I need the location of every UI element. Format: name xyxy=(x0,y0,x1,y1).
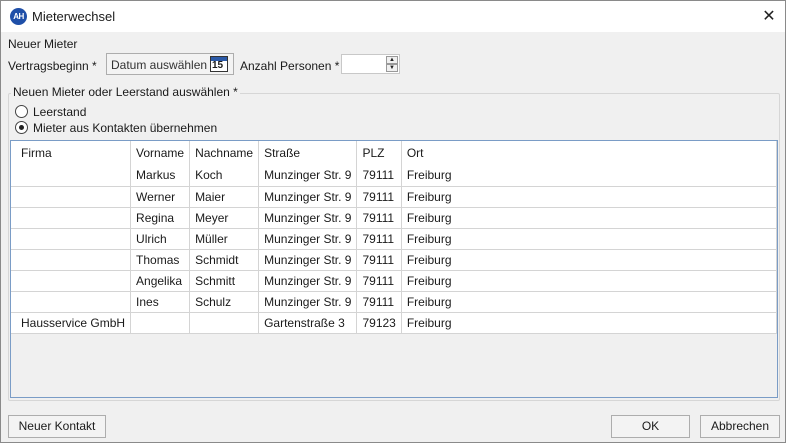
cell-vorname: Ines xyxy=(130,291,191,313)
calendar-icon[interactable]: 15 xyxy=(210,56,228,72)
cell-vorname: Markus xyxy=(130,165,191,187)
persons-label: Anzahl Personen * xyxy=(240,59,340,73)
cell-firma xyxy=(11,249,132,271)
radio-leerstand[interactable] xyxy=(15,105,28,118)
cell-strasse: Munzinger Str. 9 xyxy=(258,249,358,271)
cell-ort: Freiburg xyxy=(401,207,777,229)
date-picker-button[interactable]: Datum auswählen 15 xyxy=(106,53,234,75)
table-row[interactable]: Hausservice GmbH Gartenstraße 3 79123 Fr… xyxy=(11,312,777,334)
table-row[interactable]: Markus Koch Munzinger Str. 9 79111 Freib… xyxy=(11,165,777,187)
cell-nachname: Schmitt xyxy=(189,270,260,292)
radio-kontakte[interactable] xyxy=(15,121,28,134)
section-label: Neuer Mieter xyxy=(8,37,78,51)
app-logo-icon: AH xyxy=(10,8,27,25)
table-row[interactable]: Regina Meyer Munzinger Str. 9 79111 Frei… xyxy=(11,207,777,229)
cell-vorname xyxy=(130,312,191,334)
calendar-day: 15 xyxy=(212,60,224,71)
cell-strasse: Munzinger Str. 9 xyxy=(258,186,358,208)
cell-ort: Freiburg xyxy=(401,291,777,313)
cell-nachname: Schmidt xyxy=(189,249,260,271)
spin-up-icon[interactable]: ▲ xyxy=(386,56,398,64)
cell-plz: 79111 xyxy=(356,165,402,187)
table-row[interactable]: Werner Maier Munzinger Str. 9 79111 Frei… xyxy=(11,186,777,208)
group-label: Neuen Mieter oder Leerstand auswählen * xyxy=(11,85,240,99)
cell-firma xyxy=(11,186,132,208)
cell-firma xyxy=(11,165,132,187)
cell-nachname: Schulz xyxy=(189,291,260,313)
cell-plz: 79111 xyxy=(356,249,402,271)
column-header-nachname[interactable]: Nachname xyxy=(189,141,260,165)
vertragsbeginn-label: Vertragsbeginn * xyxy=(8,59,97,73)
cell-ort: Freiburg xyxy=(401,186,777,208)
cell-firma: Hausservice GmbH xyxy=(11,312,132,334)
ok-button[interactable]: OK xyxy=(611,415,690,438)
table-row[interactable]: Angelika Schmitt Munzinger Str. 9 79111 … xyxy=(11,270,777,292)
contacts-table[interactable]: Firma Vorname Nachname Straße PLZ Ort Ma… xyxy=(10,140,778,398)
column-header-ort[interactable]: Ort xyxy=(401,141,777,165)
cell-strasse: Munzinger Str. 9 xyxy=(258,291,358,313)
cell-plz: 79111 xyxy=(356,291,402,313)
cell-strasse: Munzinger Str. 9 xyxy=(258,270,358,292)
cell-firma xyxy=(11,207,132,229)
date-placeholder: Datum auswählen xyxy=(111,58,208,72)
cell-ort: Freiburg xyxy=(401,249,777,271)
table-row[interactable]: Ulrich Müller Munzinger Str. 9 79111 Fre… xyxy=(11,228,777,250)
cell-plz: 79111 xyxy=(356,270,402,292)
cell-ort: Freiburg xyxy=(401,270,777,292)
cell-plz: 79111 xyxy=(356,228,402,250)
cell-nachname: Müller xyxy=(189,228,260,250)
cell-nachname: Koch xyxy=(189,165,260,187)
radio-leerstand-label[interactable]: Leerstand xyxy=(33,105,86,119)
table-header: Firma Vorname Nachname Straße PLZ Ort xyxy=(11,141,777,165)
spin-down-icon[interactable]: ▼ xyxy=(386,64,398,72)
table-row[interactable]: Thomas Schmidt Munzinger Str. 9 79111 Fr… xyxy=(11,249,777,271)
cell-strasse: Munzinger Str. 9 xyxy=(258,228,358,250)
dialog-window: AH Mieterwechsel ✕ Neuer Mieter Vertrags… xyxy=(0,0,786,443)
cell-plz: 79111 xyxy=(356,207,402,229)
persons-stepper[interactable]: ▲ ▼ xyxy=(341,54,400,74)
cell-firma xyxy=(11,270,132,292)
cell-ort: Freiburg xyxy=(401,312,777,334)
table-row[interactable]: Ines Schulz Munzinger Str. 9 79111 Freib… xyxy=(11,291,777,313)
column-header-firma[interactable]: Firma xyxy=(11,141,132,165)
cell-vorname: Werner xyxy=(130,186,191,208)
cell-plz: 79123 xyxy=(356,312,402,334)
cell-nachname: Meyer xyxy=(189,207,260,229)
cell-strasse: Gartenstraße 3 xyxy=(258,312,358,334)
cell-ort: Freiburg xyxy=(401,165,777,187)
radio-kontakte-label[interactable]: Mieter aus Kontakten übernehmen xyxy=(33,121,217,135)
title-bar: AH Mieterwechsel ✕ xyxy=(1,1,785,32)
cell-vorname: Thomas xyxy=(130,249,191,271)
cancel-button[interactable]: Abbrechen xyxy=(700,415,780,438)
cell-nachname: Maier xyxy=(189,186,260,208)
cell-firma xyxy=(11,291,132,313)
cell-strasse: Munzinger Str. 9 xyxy=(258,207,358,229)
cell-firma xyxy=(11,228,132,250)
window-title: Mieterwechsel xyxy=(32,9,116,24)
cell-vorname: Regina xyxy=(130,207,191,229)
cell-strasse: Munzinger Str. 9 xyxy=(258,165,358,187)
cell-vorname: Angelika xyxy=(130,270,191,292)
cell-nachname xyxy=(189,312,260,334)
column-header-strasse[interactable]: Straße xyxy=(258,141,358,165)
cell-plz: 79111 xyxy=(356,186,402,208)
cell-ort: Freiburg xyxy=(401,228,777,250)
cell-vorname: Ulrich xyxy=(130,228,191,250)
column-header-vorname[interactable]: Vorname xyxy=(130,141,191,165)
close-icon[interactable]: ✕ xyxy=(753,1,785,32)
new-contact-button[interactable]: Neuer Kontakt xyxy=(8,415,106,438)
column-header-plz[interactable]: PLZ xyxy=(356,141,402,165)
